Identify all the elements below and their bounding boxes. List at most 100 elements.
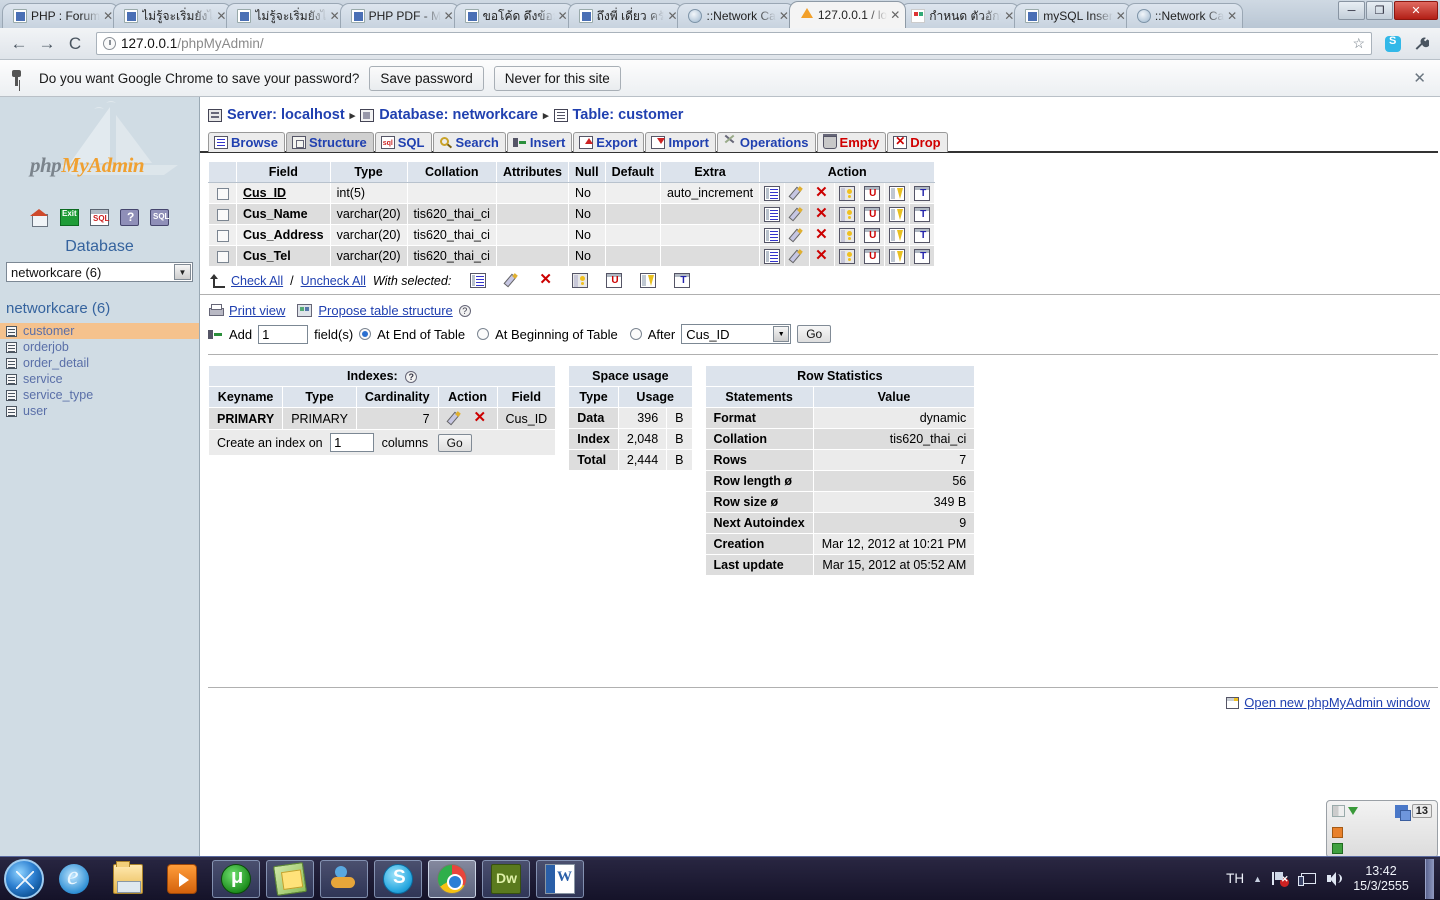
unique-icon[interactable] (864, 185, 881, 201)
action-index-cell[interactable] (884, 245, 911, 267)
database-select[interactable]: networkcare (6) ▼ (6, 262, 193, 282)
primary-icon[interactable] (839, 185, 856, 201)
taskbar-item-internet-explorer[interactable] (50, 860, 98, 898)
row-checkbox-cell[interactable] (208, 224, 237, 246)
skype-extension-icon[interactable] (1382, 33, 1404, 55)
action-fulltext-cell[interactable] (909, 203, 936, 225)
page-info-icon[interactable] (103, 37, 116, 50)
tab-close-icon[interactable]: ✕ (889, 8, 901, 22)
tab-import[interactable]: Import (645, 132, 716, 152)
browser-tab-6[interactable]: ::Network Ca ✕ (677, 3, 795, 28)
action-browse-cell[interactable] (759, 224, 786, 246)
action-fulltext-cell[interactable] (909, 224, 936, 246)
action-index-cell[interactable] (884, 224, 911, 246)
help-icon-indexes[interactable]: ? (405, 371, 418, 383)
action-unique-cell[interactable] (859, 203, 886, 225)
browser-tab-2[interactable]: ไม่รู้จะเริ่มยังไ ✕ (226, 3, 346, 28)
sidebar-table-user[interactable]: user (0, 403, 199, 419)
sidebar-table-customer[interactable]: customer (0, 323, 199, 339)
tab-search[interactable]: Search (432, 132, 506, 152)
start-orb-icon[interactable] (4, 858, 44, 899)
never-save-password-button[interactable]: Never for this site (493, 65, 621, 91)
taskbar-item-google-chrome[interactable] (428, 859, 476, 898)
with-selected-index-icon[interactable] (640, 273, 657, 288)
bookmark-star-icon[interactable]: ☆ (1352, 35, 1365, 52)
forward-icon[interactable]: → (36, 33, 58, 55)
action-browse-cell[interactable] (759, 245, 786, 267)
sidebar-table-orderjob[interactable]: orderjob (0, 339, 199, 355)
browser-tab-9[interactable]: mySQL Inser ✕ (1014, 3, 1132, 28)
browse-icon[interactable] (764, 185, 781, 201)
action-fulltext-cell[interactable] (909, 182, 936, 204)
help-icon-propose[interactable]: ? (458, 304, 471, 317)
close-infobar-icon[interactable]: ✕ (1413, 69, 1430, 87)
browse-icon[interactable] (764, 206, 781, 222)
taskbar-item-microsoft-word[interactable] (536, 859, 584, 898)
action-fulltext-cell[interactable] (909, 245, 936, 267)
browser-tab-0[interactable]: PHP : Forum ✕ (2, 3, 120, 28)
action-unique-cell[interactable] (859, 182, 886, 204)
drop-icon[interactable] (814, 225, 830, 243)
network-error-icon[interactable] (1271, 871, 1289, 887)
unique-icon[interactable] (864, 248, 881, 264)
row-checkbox[interactable] (216, 250, 229, 263)
action-edit-cell[interactable] (784, 203, 811, 225)
with-selected-browse-icon[interactable] (470, 273, 487, 288)
browser-tab-8[interactable]: กำหนด ตัวอักษ ✕ (900, 3, 1021, 28)
fulltext-icon[interactable] (914, 185, 931, 201)
action-primary-cell[interactable] (834, 182, 861, 204)
action-drop-cell[interactable] (809, 182, 836, 204)
minimize-button[interactable]: ─ (1338, 1, 1365, 20)
with-selected-drop-icon[interactable] (538, 270, 554, 288)
drop-icon[interactable] (814, 204, 830, 222)
edit-icon[interactable] (789, 186, 805, 201)
radio-after-field[interactable] (629, 328, 642, 340)
taskbar-item-utorrent[interactable] (212, 859, 260, 898)
tab-export[interactable]: Export (573, 132, 645, 152)
unique-icon[interactable] (864, 206, 881, 222)
fulltext-icon[interactable] (914, 206, 931, 222)
action-drop-cell[interactable] (809, 224, 836, 246)
taskbar-item-windows-media-player[interactable] (158, 860, 206, 898)
chevron-down-icon-after[interactable]: ▼ (773, 326, 790, 342)
show-hidden-icons-caret[interactable]: ▲ (1253, 874, 1262, 884)
taskbar-item-dreamweaver[interactable] (482, 859, 530, 898)
edit-icon[interactable] (789, 207, 805, 222)
primary-icon[interactable] (839, 248, 856, 264)
action-index-cell[interactable] (884, 182, 911, 204)
radio-at-beginning-of-table[interactable] (477, 328, 490, 340)
taskbar-item-msn-messenger[interactable] (320, 859, 368, 898)
action-edit-cell[interactable] (784, 245, 811, 267)
fulltext-icon[interactable] (914, 248, 931, 264)
sidebar-table-service[interactable]: service (0, 371, 199, 387)
browser-tab-10[interactable]: ::Network Ca ✕ (1125, 3, 1244, 28)
action-drop-cell[interactable] (809, 203, 836, 225)
row-checkbox[interactable] (216, 208, 229, 221)
primary-icon[interactable] (839, 206, 856, 222)
home-icon[interactable] (30, 209, 49, 227)
monitor-icon[interactable] (1298, 871, 1316, 887)
back-icon[interactable]: ← (8, 33, 30, 55)
print-view-link[interactable]: Print view (229, 303, 285, 318)
add-field-count-input[interactable] (258, 324, 309, 344)
browser-tab-7[interactable]: 127.0.0.1 / lo ✕ (788, 1, 907, 28)
index-action-cell[interactable] (437, 406, 498, 431)
maximize-button[interactable]: ❐ (1366, 1, 1393, 20)
edit-icon[interactable] (447, 411, 463, 426)
primary-icon[interactable] (839, 227, 856, 243)
index-icon[interactable] (889, 248, 906, 264)
after-field-select[interactable]: Cus_ID ▼ (681, 324, 792, 344)
open-new-phpmyadmin-window-link[interactable]: Open new phpMyAdmin window (1244, 695, 1430, 710)
create-index-go-button[interactable]: Go (437, 434, 472, 453)
browser-tab-3[interactable]: PHP PDF - M ✕ (339, 3, 460, 28)
action-primary-cell[interactable] (834, 203, 861, 225)
tab-drop[interactable]: Drop (887, 132, 948, 152)
drop-icon[interactable] (814, 246, 830, 264)
taskbar-item-notes[interactable] (266, 859, 314, 898)
index-icon[interactable] (889, 185, 906, 201)
unique-icon[interactable] (864, 227, 881, 243)
tab-close-icon[interactable]: ✕ (1226, 9, 1238, 23)
reload-icon[interactable]: C (64, 33, 86, 55)
exit-icon[interactable] (60, 209, 79, 226)
row-checkbox-cell[interactable] (208, 203, 237, 225)
